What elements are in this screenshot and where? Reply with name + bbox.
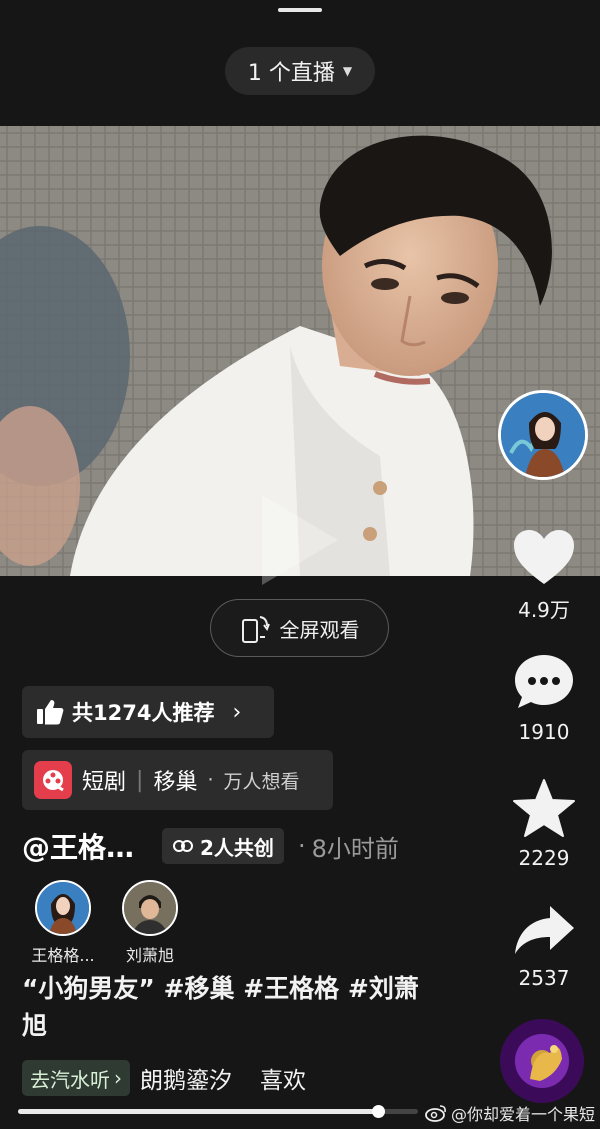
- divider: |: [136, 767, 144, 793]
- fullscreen-label: 全屏观看: [279, 617, 360, 642]
- music-cover-icon: [530, 1045, 562, 1081]
- heart-icon: [514, 530, 574, 584]
- fullscreen-button[interactable]: 全屏观看: [210, 599, 389, 657]
- thumbs-up-icon: [37, 700, 64, 725]
- favorite-action[interactable]: 2229: [508, 778, 580, 870]
- progress-fill: [18, 1109, 378, 1114]
- creator-avatar-small: [35, 880, 91, 936]
- like-count: 4.9万: [518, 598, 570, 622]
- rotate-screen-icon: [241, 616, 270, 643]
- recommend-banner[interactable]: 共1274人推荐 ›: [22, 686, 274, 738]
- creator-name: 王格格...: [31, 946, 95, 965]
- comment-icon: [515, 655, 573, 708]
- creator-name: 刘萧旭: [125, 946, 174, 965]
- avatar-image: [501, 393, 585, 477]
- share-action[interactable]: 2537: [508, 902, 580, 990]
- drama-want-prefix: ·: [207, 769, 214, 791]
- star-icon: [513, 779, 575, 837]
- cocreate-badge[interactable]: 2人共创: [162, 828, 284, 864]
- live-selector[interactable]: 1 个直播 ▼: [225, 47, 375, 95]
- music-disc[interactable]: [500, 1019, 584, 1103]
- cocreate-label: 2人共创: [200, 835, 274, 860]
- watermark: @你却爱着一个果短: [425, 1101, 595, 1125]
- drama-card[interactable]: 短剧 | 移巢 · 万人想看: [22, 750, 333, 810]
- post-time-prefix: ·: [297, 832, 306, 860]
- progress-knob[interactable]: [372, 1105, 385, 1118]
- comment-action[interactable]: 1910: [508, 652, 580, 744]
- post-time: 8小时前: [311, 834, 399, 863]
- comment-count: 1910: [518, 720, 570, 744]
- share-icon: [515, 906, 574, 954]
- author-row: @王格… 2人共创 · 8小时前: [22, 826, 399, 866]
- creator-avatar-small: [122, 880, 178, 936]
- recommend-label: 共1274人推荐: [72, 701, 215, 725]
- post-caption[interactable]: “小狗男友” #移巢 #王格格 #刘萧旭: [22, 970, 432, 1044]
- caret-down-icon: ▼: [342, 64, 353, 78]
- drag-handle[interactable]: [278, 8, 322, 12]
- soda-label: 去汽水听: [30, 1067, 110, 1092]
- soda-music-button[interactable]: 去汽水听 ›: [22, 1060, 130, 1096]
- creator-avatar[interactable]: [498, 390, 588, 480]
- progress-bar[interactable]: [18, 1105, 418, 1118]
- chevron-right-icon: ›: [114, 1066, 122, 1090]
- play-icon[interactable]: [250, 485, 346, 595]
- like-action[interactable]: 4.9万: [508, 528, 580, 623]
- drama-title: 移巢: [153, 770, 198, 795]
- live-label: 1 个直播: [247, 61, 335, 86]
- song-like-text: 喜欢: [260, 1068, 306, 1094]
- creator-item[interactable]: 刘萧旭: [95, 880, 205, 966]
- favorite-count: 2229: [518, 846, 570, 870]
- share-count: 2537: [518, 966, 570, 990]
- drama-tag: 短剧: [82, 770, 127, 795]
- song-title: 朗鹅鎏汐: [140, 1068, 232, 1094]
- weibo-icon: [425, 1105, 446, 1122]
- music-row[interactable]: 去汽水听 › 朗鹅鎏汐 喜欢: [22, 1059, 352, 1097]
- chevron-right-icon: ›: [232, 699, 242, 725]
- drama-want: 万人想看: [223, 770, 300, 793]
- link-icon: [173, 840, 194, 852]
- short-drama-icon: [34, 761, 72, 799]
- watermark-text: @你却爱着一个果短: [451, 1105, 596, 1124]
- author-name[interactable]: @王格…: [22, 826, 134, 866]
